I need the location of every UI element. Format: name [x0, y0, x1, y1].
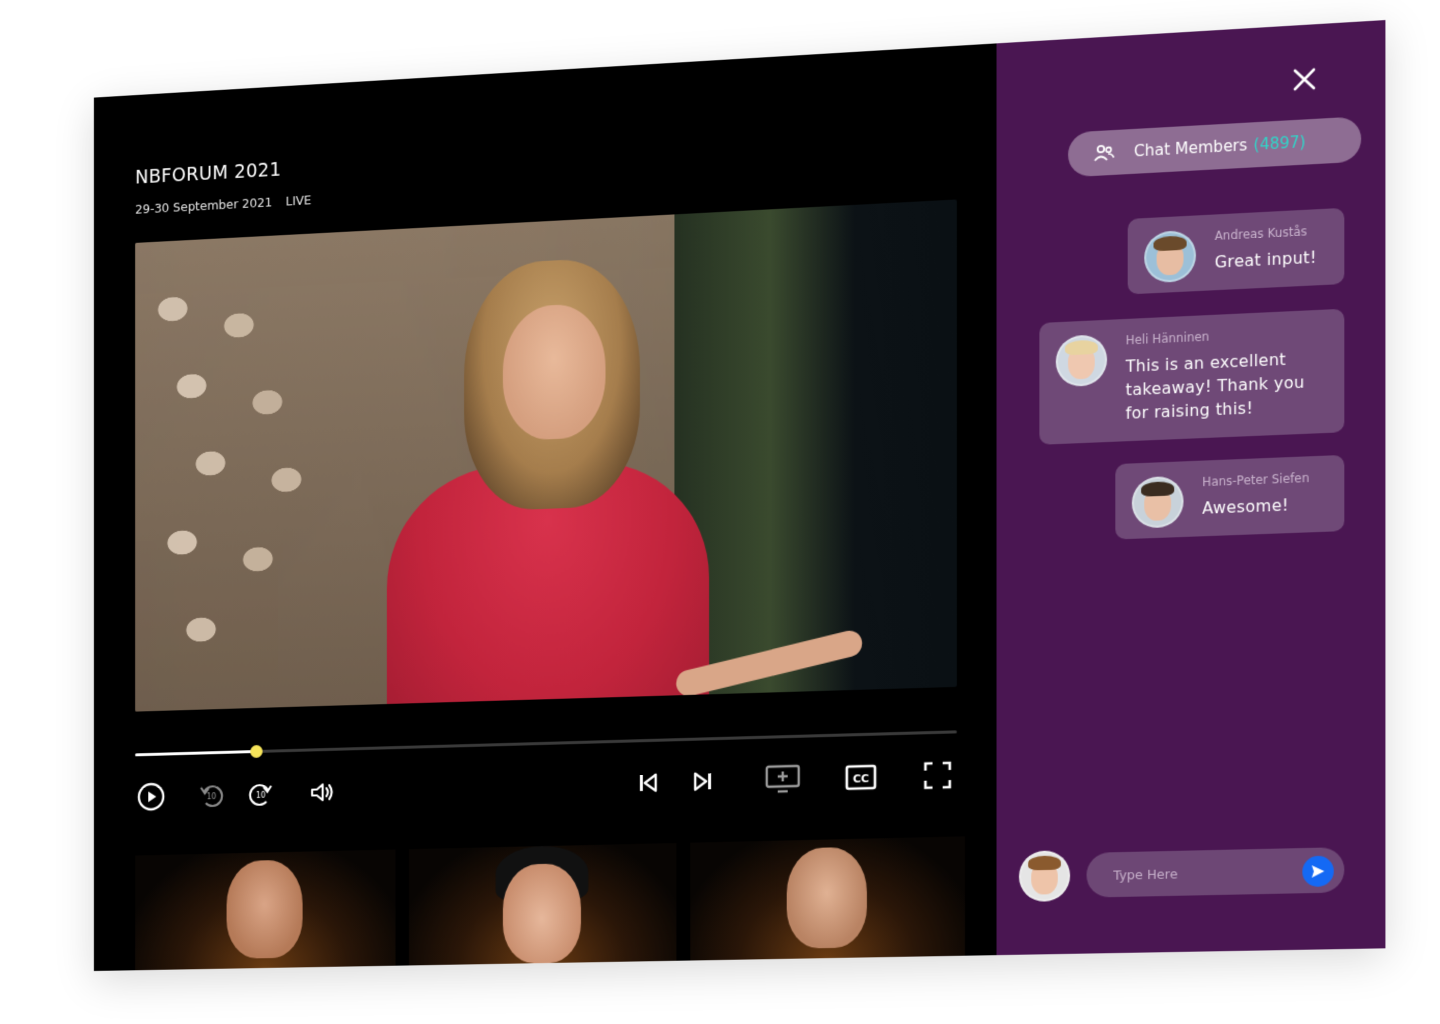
next-button[interactable] — [687, 765, 719, 798]
add-screen-button[interactable] — [763, 763, 803, 796]
captions-label: CC — [853, 772, 869, 786]
fullscreen-icon — [922, 760, 952, 791]
live-badge: LIVE — [285, 192, 312, 209]
event-subtitle: 29-30 September 2021 LIVE — [135, 192, 311, 216]
secondary-controls: CC — [632, 759, 956, 800]
rewind-button[interactable]: 10 — [195, 778, 227, 812]
avatar — [1055, 334, 1108, 388]
avatar — [1131, 475, 1184, 529]
speaker-thumbnail[interactable] — [135, 849, 396, 971]
progress-bar[interactable] — [135, 730, 957, 759]
stage: NBFORUM 2021 29-30 September 2021 LIVE 1… — [0, 0, 1440, 1024]
forward-button[interactable]: 10 — [245, 777, 277, 811]
chat-message: Heli Hänninen This is an excellent takea… — [1039, 308, 1345, 445]
message-text: Awesome! — [1202, 496, 1289, 518]
forward-10-icon: 10 — [246, 779, 274, 809]
speaker-figure — [296, 248, 804, 712]
closed-captions-icon: CC — [845, 763, 877, 792]
volume-icon — [307, 777, 336, 807]
send-icon — [1311, 865, 1325, 878]
close-button[interactable] — [1289, 63, 1320, 96]
message-input[interactable] — [1111, 862, 1292, 884]
chat-members-count: (4897) — [1253, 132, 1306, 155]
chat-message: Andreas Kustås Great input! — [1127, 207, 1345, 295]
message-composer — [1018, 844, 1345, 903]
message-input-wrapper — [1086, 847, 1345, 898]
event-title: NBFORUM 2021 — [135, 158, 282, 189]
avatar — [1144, 229, 1196, 284]
progress-knob[interactable] — [250, 744, 263, 759]
video-player-panel: NBFORUM 2021 29-30 September 2021 LIVE 1… — [93, 43, 997, 971]
volume-button[interactable] — [305, 775, 337, 809]
forward-seconds: 10 — [256, 791, 266, 800]
message-author: Heli Hänninen — [1125, 329, 1210, 348]
app-window: NBFORUM 2021 29-30 September 2021 LIVE 1… — [93, 20, 1386, 971]
chat-members-label: Chat Members — [1133, 135, 1248, 161]
speaker-thumbnail[interactable] — [690, 836, 965, 963]
progress-fill — [135, 750, 256, 757]
event-dates: 29-30 September 2021 — [135, 194, 273, 217]
send-button[interactable] — [1302, 855, 1334, 888]
chat-message: Hans-Peter Siefen Awesome! — [1115, 454, 1345, 540]
rewind-seconds: 10 — [207, 792, 217, 801]
rewind-10-icon: 10 — [197, 780, 225, 810]
captions-button[interactable]: CC — [843, 761, 879, 794]
play-icon — [137, 782, 165, 812]
skip-previous-icon — [639, 771, 660, 796]
close-icon — [1289, 63, 1320, 96]
speaker-thumbnails — [135, 836, 965, 971]
playback-controls: 10 10 — [135, 775, 338, 813]
message-text: Great input! — [1214, 248, 1317, 272]
current-user-avatar — [1018, 850, 1071, 903]
previous-button[interactable] — [632, 767, 664, 800]
add-screen-icon — [765, 764, 801, 795]
message-author: Hans-Peter Siefen — [1202, 470, 1310, 490]
chat-panel: Chat Members (4897) Andreas Kustås Great… — [996, 20, 1386, 956]
skip-next-icon — [694, 773, 712, 792]
chat-members-button[interactable]: Chat Members (4897) — [1068, 116, 1362, 178]
fullscreen-button[interactable] — [919, 759, 955, 792]
video-frame[interactable] — [135, 199, 957, 712]
play-button[interactable] — [135, 780, 167, 814]
message-author: Andreas Kustås — [1214, 224, 1308, 244]
message-text: This is an excellent takeaway! Thank you… — [1125, 350, 1305, 423]
speaker-thumbnail[interactable] — [409, 843, 677, 968]
users-icon — [1093, 143, 1116, 163]
